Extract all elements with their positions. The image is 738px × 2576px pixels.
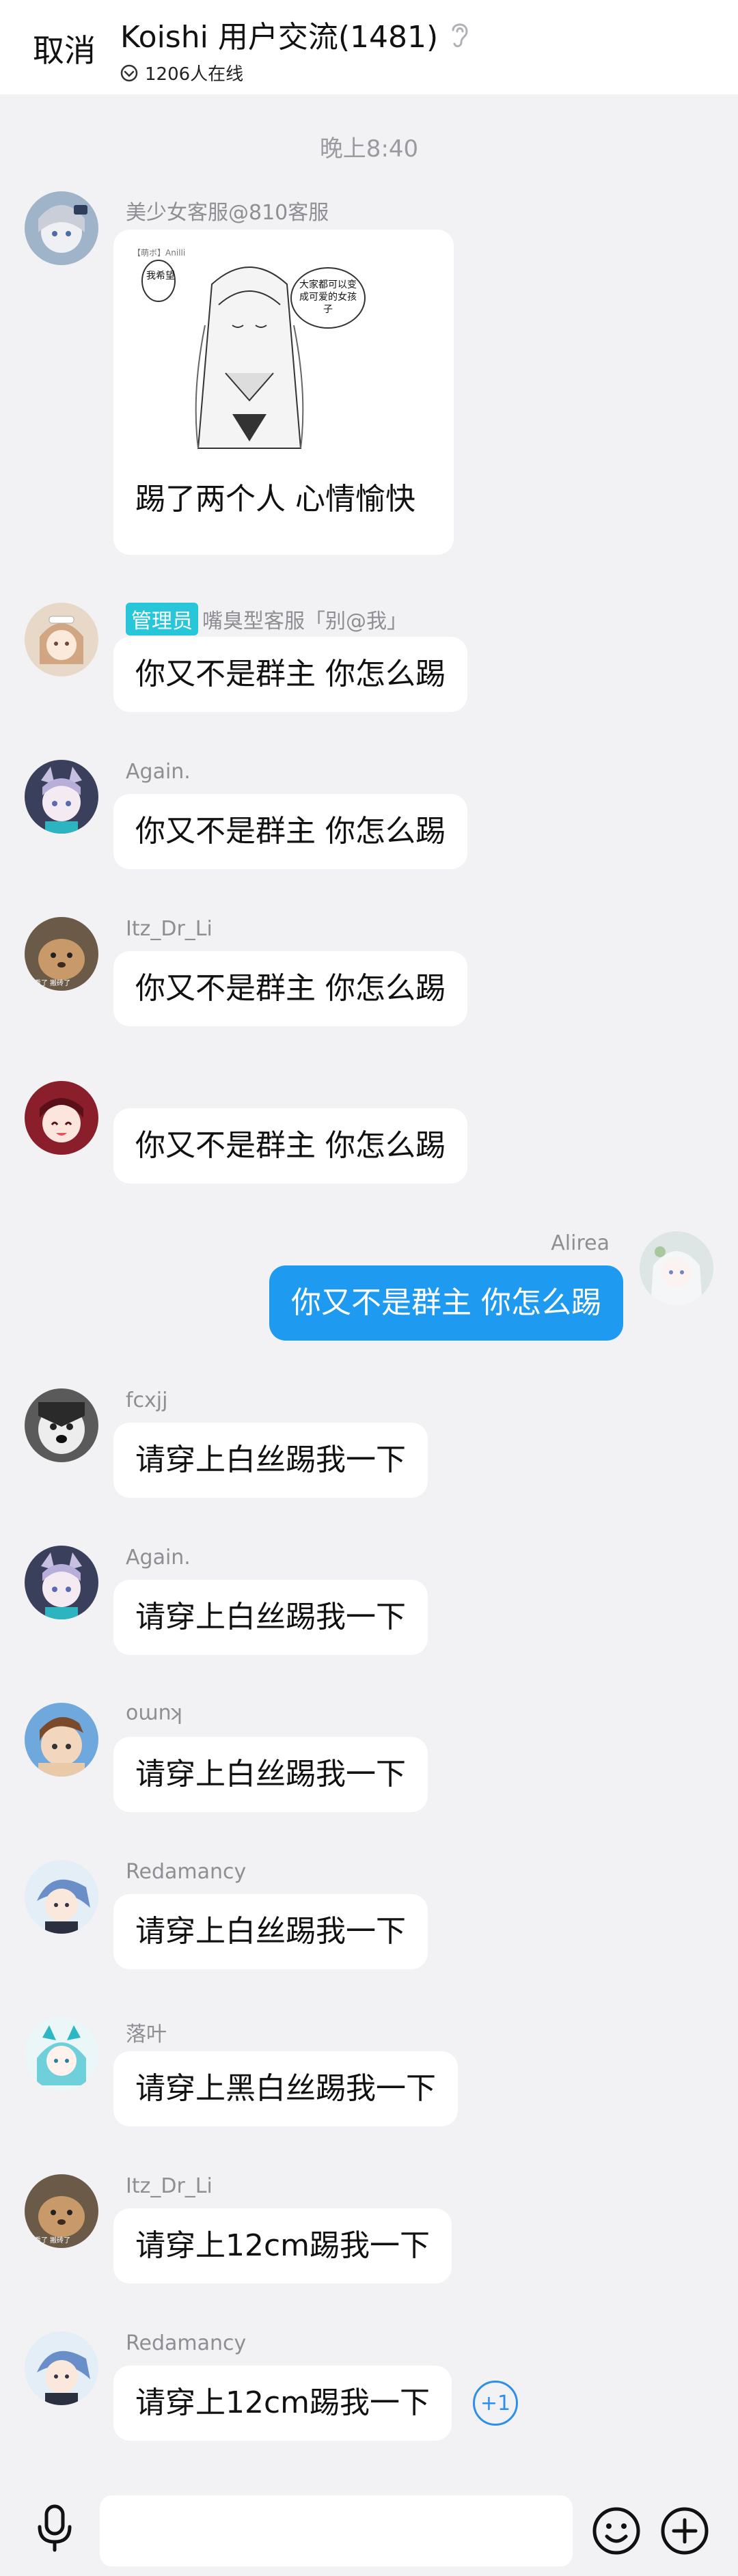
title-block[interactable]: Koishi 用户交流(1481) 1206人在线 [120,12,472,85]
group-title: Koishi 用户交流(1481) [120,20,439,55]
sticker-bubble-right: 大家都可以变成可爱的女孩子 [299,279,357,315]
sender-name: Again. [126,760,191,784]
message-bubble[interactable]: 请穿上白丝踢我一下 [113,1737,428,1812]
message-bubble[interactable]: 你又不是群主 你怎么踢 [113,794,467,869]
avatar[interactable] [25,2331,98,2405]
emoji-icon[interactable] [592,2506,641,2556]
sender-name: kumo [126,1703,183,1727]
avatar[interactable] [25,191,98,265]
plus-icon[interactable] [660,2506,709,2556]
message-bubble[interactable]: 请穿上白丝踢我一下 [113,1580,428,1655]
message-bubble-own[interactable]: 你又不是群主 你怎么踢 [269,1265,623,1341]
message-bubble[interactable]: 请穿上黑白丝踢我一下 [113,2051,458,2126]
avatar[interactable] [25,1860,98,1934]
avatar[interactable] [25,1388,98,1462]
avatar[interactable] [25,2017,98,2091]
message-bubble[interactable]: 你又不是群主 你怎么踢 [113,951,467,1026]
message-bubble[interactable]: 你又不是群主 你怎么踢 [113,1108,467,1183]
sender-name: Alirea [551,1231,610,1255]
online-count: 1206人在线 [145,64,244,85]
online-icon [120,64,138,81]
chat-app: 取消 Koishi 用户交流(1481) 1206人在线 晚上8:40 美少女客… [0,0,738,2576]
avatar[interactable] [25,1703,98,1777]
avatar[interactable] [25,1081,98,1155]
plus-one-reaction[interactable]: +1 [473,2381,518,2426]
message-list[interactable]: 晚上8:40 美少女客服@810客服 【萌ボ】Anilli 我希望 大家都可以变… [0,94,738,2479]
avatar-text: 看了 搬砖了 [34,978,70,987]
avatar[interactable] [25,760,98,834]
message-bubble[interactable]: 请穿上白丝踢我一下 [113,1423,428,1498]
ear-icon [452,23,468,48]
message-bubble[interactable]: 请穿上12cm踢我一下 [113,2208,452,2284]
avatar[interactable] [25,603,98,676]
sticker-watermark: 【萌ボ】Anilli [133,248,185,258]
message-bubble[interactable]: 你又不是群主 你怎么踢 [113,637,467,712]
sender-name: 落叶 [126,2023,167,2046]
message-bubble[interactable]: 请穿上12cm踢我一下 [113,2366,452,2441]
input-bar [0,2479,738,2576]
sticker-bubble-left: 我希望 [146,271,175,282]
sender-name: Redamancy [126,1860,247,1884]
avatar[interactable] [640,1231,713,1305]
sticker-image[interactable]: 【萌ボ】Anilli 我希望 大家都可以变成可爱的女孩子 [130,243,369,462]
sender-name: Itz_Dr_Li [126,917,213,941]
sender-name: Itz_Dr_Li [126,2174,213,2198]
mic-icon[interactable] [34,2504,75,2553]
sender-name: Redamancy [126,2331,247,2355]
sender-name: 管理员 嘴臭型客服「别@我」 [126,603,407,635]
avatar[interactable]: 看了 搬砖了 [25,917,98,991]
message-bubble[interactable]: 请穿上白丝踢我一下 [113,1894,428,1969]
sender-name: 美少女客服@810客服 [126,201,329,225]
sender-name: Again. [126,1546,191,1570]
image-caption: 踢了两个人 心情愉快 [135,482,415,517]
admin-badge: 管理员 [126,603,198,635]
sender-name: fcxjj [126,1388,168,1412]
cancel-button[interactable]: 取消 [33,26,96,71]
header: 取消 Koishi 用户交流(1481) 1206人在线 [0,0,738,94]
timestamp: 晚上8:40 [319,135,419,163]
avatar[interactable] [25,1546,98,1619]
avatar-text: 看了 搬砖了 [34,2236,70,2245]
message-input[interactable] [100,2495,573,2566]
image-message[interactable]: 【萌ボ】Anilli 我希望 大家都可以变成可爱的女孩子 踢了两个人 心情愉快 [113,230,454,555]
avatar[interactable]: 看了 搬砖了 [25,2174,98,2248]
